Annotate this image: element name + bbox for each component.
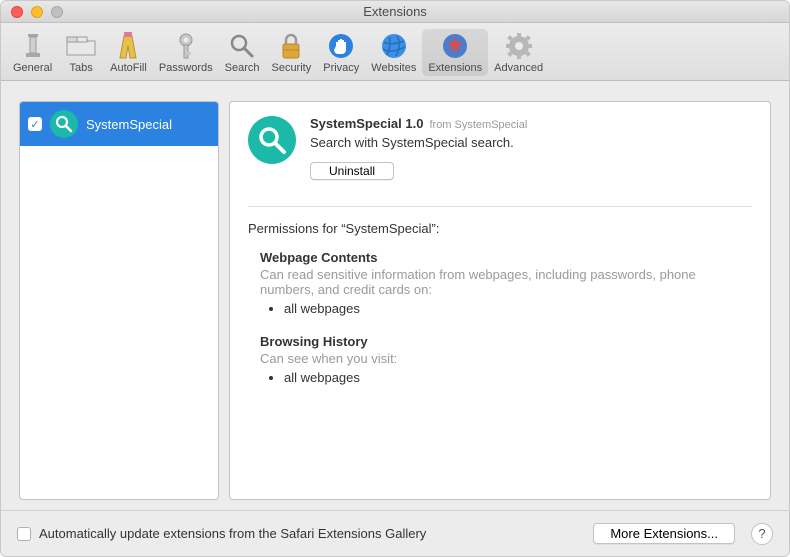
traffic-lights	[1, 6, 63, 18]
tab-autofill[interactable]: AutoFill	[104, 29, 153, 76]
extension-row-systemspecial[interactable]: ✓ SystemSpecial	[20, 102, 218, 146]
detail-extension-icon	[248, 116, 296, 164]
tab-advanced[interactable]: Advanced	[488, 29, 549, 76]
permission-item: all webpages	[284, 370, 752, 385]
tab-search[interactable]: Search	[219, 29, 266, 76]
tab-websites[interactable]: Websites	[365, 29, 422, 76]
window-title: Extensions	[1, 4, 789, 19]
extension-name: SystemSpecial	[86, 117, 172, 132]
tabs-icon	[66, 31, 96, 61]
detail-description: Search with SystemSpecial search.	[310, 135, 527, 150]
hand-icon	[326, 31, 356, 61]
divider	[248, 206, 752, 207]
general-icon	[18, 31, 48, 61]
permission-subtext: Can read sensitive information from webp…	[260, 267, 752, 297]
tab-label: Privacy	[323, 62, 359, 74]
tab-security[interactable]: Security	[265, 29, 317, 76]
detail-text-block: SystemSpecial 1.0 from SystemSpecial Sea…	[310, 116, 527, 180]
extension-detail-pane: SystemSpecial 1.0 from SystemSpecial Sea…	[229, 101, 771, 500]
tab-label: General	[13, 62, 52, 74]
tab-tabs[interactable]: Tabs	[58, 29, 104, 76]
tab-general[interactable]: General	[7, 29, 58, 76]
permission-item: all webpages	[284, 301, 752, 316]
key-icon	[171, 31, 201, 61]
extensions-list: ✓ SystemSpecial	[19, 101, 219, 500]
permissions-heading: Permissions for “SystemSpecial”:	[248, 221, 752, 236]
minimize-window-button[interactable]	[31, 6, 43, 18]
tab-label: Websites	[371, 62, 416, 74]
tab-label: Advanced	[494, 62, 543, 74]
uninstall-button[interactable]: Uninstall	[310, 162, 394, 180]
titlebar: Extensions	[1, 1, 789, 23]
auto-update-checkbox[interactable]	[17, 527, 31, 541]
permission-heading: Browsing History	[260, 334, 752, 349]
tab-label: Tabs	[70, 62, 93, 74]
search-icon	[227, 31, 257, 61]
extension-enabled-checkbox[interactable]: ✓	[28, 117, 42, 131]
auto-update-label: Automatically update extensions from the…	[39, 526, 585, 541]
extension-icon	[50, 110, 78, 138]
permission-section-webpage-contents: Webpage Contents Can read sensitive info…	[248, 250, 752, 316]
tab-passwords[interactable]: Passwords	[153, 29, 219, 76]
more-extensions-button[interactable]: More Extensions...	[593, 523, 735, 544]
footer: Automatically update extensions from the…	[1, 510, 789, 556]
permission-subtext: Can see when you visit:	[260, 351, 752, 366]
help-button[interactable]: ?	[751, 523, 773, 545]
preferences-toolbar: General Tabs AutoFill Passwords Search	[1, 23, 789, 81]
zoom-window-button[interactable]	[51, 6, 63, 18]
detail-title: SystemSpecial 1.0	[310, 116, 423, 131]
lock-icon	[276, 31, 306, 61]
tab-privacy[interactable]: Privacy	[317, 29, 365, 76]
autofill-icon	[113, 31, 143, 61]
tab-extensions[interactable]: Extensions	[422, 29, 488, 76]
tab-label: Search	[225, 62, 260, 74]
content-area: ✓ SystemSpecial SystemSpecial 1.0 from S…	[1, 81, 789, 510]
detail-author: from SystemSpecial	[429, 119, 527, 131]
tab-label: Security	[271, 62, 311, 74]
close-window-button[interactable]	[11, 6, 23, 18]
gear-icon	[504, 31, 534, 61]
detail-header: SystemSpecial 1.0 from SystemSpecial Sea…	[248, 116, 752, 194]
permission-heading: Webpage Contents	[260, 250, 752, 265]
preferences-window: Extensions General Tabs AutoFill Passwor…	[0, 0, 790, 557]
tab-label: Extensions	[428, 62, 482, 74]
permission-list: all webpages	[284, 370, 752, 385]
globe-icon	[379, 31, 409, 61]
permission-section-browsing-history: Browsing History Can see when you visit:…	[248, 334, 752, 385]
permission-list: all webpages	[284, 301, 752, 316]
tab-label: Passwords	[159, 62, 213, 74]
puzzle-icon	[440, 31, 470, 61]
tab-label: AutoFill	[110, 62, 147, 74]
